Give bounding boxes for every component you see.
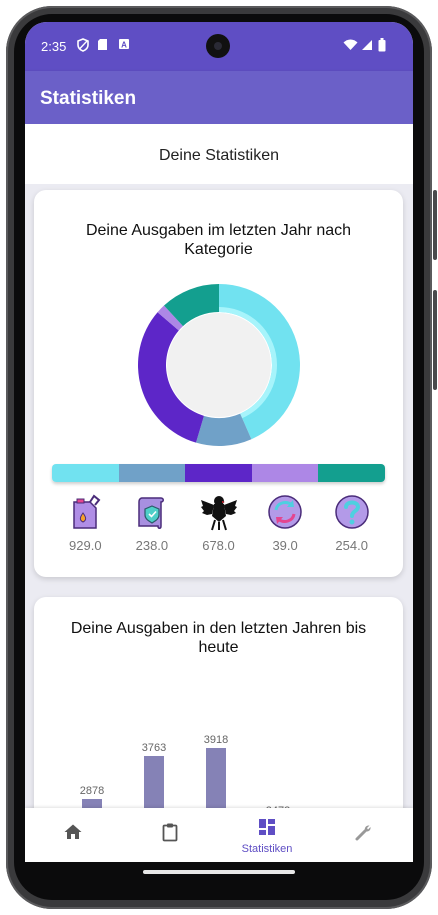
fuel-can-icon [66, 492, 104, 532]
bottom-navigation: Statistiken [25, 808, 413, 862]
volume-button [433, 290, 437, 390]
power-button [433, 190, 437, 260]
donut-hole [167, 313, 271, 417]
category-donut-chart [138, 284, 300, 446]
screen: 2:35 A Statistiken Deine Statistiken Dei… [25, 22, 413, 862]
insurance-document-icon [133, 492, 171, 532]
year-bar-label: 2878 [79, 785, 105, 798]
status-time: 2:35 [41, 39, 67, 54]
category-color-segment [118, 464, 186, 482]
category-expenses-card: Deine Ausgaben im letzten Jahr nach Kate… [34, 190, 403, 577]
statistics-header-title: Deine Statistiken [158, 147, 280, 164]
nav-clipboard[interactable] [130, 808, 210, 862]
signal-icon [362, 40, 372, 50]
refresh-cycle-icon [266, 492, 304, 532]
shield-icon [77, 38, 89, 52]
nav-statistics-label: Statistiken [241, 843, 293, 855]
category-value: 238.0 [135, 538, 169, 553]
clipboard-icon [162, 823, 178, 842]
wifi-icon [343, 39, 358, 50]
category-value: 39.0 [272, 538, 298, 553]
home-indicator [143, 870, 295, 874]
app-bar-title: Statistiken [40, 88, 137, 109]
statistics-header: Deine Statistiken [25, 124, 413, 184]
battery-icon [378, 38, 386, 52]
category-icon-row: 929.0 238.0 678.0 39.0 254.0 [34, 492, 403, 558]
status-bar: 2:35 A [25, 22, 413, 71]
category-value: 929.0 [69, 538, 102, 553]
nav-statistics[interactable]: Statistiken [227, 808, 307, 862]
year-bar-label: 3763 [141, 741, 167, 754]
phone-frame: 2:35 A Statistiken Deine Statistiken Dei… [0, 0, 438, 915]
category-color-segment [318, 464, 385, 482]
dashboard-icon [259, 819, 275, 835]
question-mark-icon [333, 492, 371, 532]
category-color-segment [251, 464, 319, 482]
sd-card-icon [98, 39, 107, 50]
category-value: 254.0 [335, 538, 368, 553]
category-color-bar [52, 464, 385, 482]
svg-text:A: A [121, 41, 127, 50]
category-value: 678.0 [202, 538, 235, 553]
category-color-segment [185, 464, 252, 482]
category-chart-title: Deine Ausgaben im letzten Jahr nach Kate… [85, 222, 352, 258]
federal-eagle-icon [200, 492, 238, 532]
yearly-chart-title: Deine Ausgaben in den letzten Jahren bis… [70, 620, 367, 656]
app-bar: Statistiken [25, 71, 413, 124]
front-camera [206, 34, 230, 58]
year-bar-label: 3918 [203, 734, 229, 746]
category-color-segment [52, 464, 119, 482]
keyboard-icon: A [119, 39, 129, 50]
wrench-icon [355, 825, 371, 841]
nav-settings[interactable] [324, 808, 404, 862]
nav-home[interactable] [33, 808, 113, 862]
home-icon [64, 824, 82, 839]
